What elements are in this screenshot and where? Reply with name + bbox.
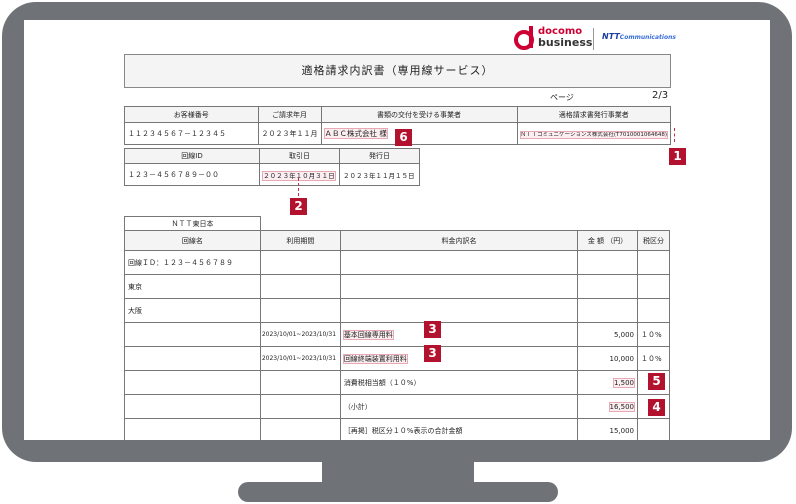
- table-row: 大阪: [124, 298, 670, 323]
- header-issuer: 適格請求書発行事業者: [516, 106, 672, 123]
- callout-line-2: [298, 178, 299, 196]
- issuer-name: ＮＴＴコミュニケーションズ株式会社(T7010001064648): [519, 130, 668, 139]
- transaction-date-cell: ２０２３年１０月３１日: [259, 163, 341, 186]
- charge-item: （小計）: [339, 394, 579, 419]
- usage-period: [259, 370, 341, 395]
- circuit-name: 東京: [124, 274, 261, 299]
- tax-category: １０%: [637, 322, 670, 347]
- header-recipient: 書類の交付を受ける事業者: [320, 106, 518, 123]
- charge-item: 回線終端装置利用料: [342, 353, 408, 364]
- circuit-id: １２３－４５６７８９－００: [123, 163, 261, 186]
- table-row: 2023/10/01~2023/10/31 回線終端装置利用料 10,000 １…: [124, 346, 670, 371]
- callout-badge-5: 5: [648, 373, 665, 390]
- amount: [577, 298, 638, 323]
- tax-category: [637, 418, 670, 440]
- callout-line-1: [674, 128, 675, 142]
- charge-item: 消費税相当額（１０%）: [339, 370, 579, 395]
- amount: 1,500: [612, 377, 636, 388]
- circuit-name: 大阪: [124, 298, 261, 323]
- callout-badge-1: 1: [669, 148, 686, 165]
- charge-item: 基本回線専用料: [342, 329, 394, 340]
- charge-item-cell: 基本回線専用料: [339, 322, 579, 347]
- charge-item-cell: 回線終端装置利用料: [339, 346, 579, 371]
- callout-badge-2: 2: [290, 198, 307, 215]
- issuer-cell: ＮＴＴコミュニケーションズ株式会社(T7010001064648): [516, 122, 672, 145]
- tax-category: [637, 274, 670, 299]
- header-charge-item: 料金内訳名: [339, 230, 579, 251]
- amount: 5,000: [577, 322, 638, 347]
- ntt-communications-logo: NTTCommunications: [602, 32, 676, 41]
- docomo-business-logo: docomo business: [538, 26, 593, 49]
- tax-category: [637, 298, 670, 323]
- charge-detail-table: 回線名 利用期間 料金内訳名 金 額 （円） 税区分 回線ＩＤ：１２３－４５６７…: [124, 230, 670, 440]
- table-row: 消費税相当額（１０%） 1,500: [124, 370, 670, 395]
- usage-period: [259, 274, 341, 299]
- callout-badge-3a: 3: [424, 321, 441, 338]
- monitor-base: [238, 482, 558, 502]
- amount: 15,000: [577, 418, 638, 440]
- amount: [577, 250, 638, 275]
- amount-cell: 1,500: [577, 370, 638, 395]
- table-row: 回線ＩＤ：１２３－４５６７８９: [124, 250, 670, 275]
- callout-badge-6: 6: [395, 129, 412, 146]
- header-tax-category: 税区分: [637, 230, 670, 251]
- recipient-name: ＡＢＣ株式会社 様: [323, 128, 388, 139]
- circuit-name: 回線ＩＤ：１２３－４５６７８９: [124, 250, 261, 275]
- amount: 16,500: [608, 401, 635, 412]
- amount-cell: 16,500: [577, 394, 638, 419]
- tax-category: １０%: [637, 346, 670, 371]
- usage-period: 2023/10/01~2023/10/31: [259, 346, 341, 371]
- monitor-screen: docomo business NTTCommunications 適格請求内訳…: [24, 20, 770, 440]
- circuit-name: [124, 394, 261, 419]
- issue-date: ２０２３年１１月１５日: [339, 163, 420, 186]
- table-row: 東京: [124, 274, 670, 299]
- recipient-cell: ＡＢＣ株式会社 様: [320, 122, 518, 145]
- tax-category: [637, 250, 670, 275]
- header-circuit-id: 回線ID: [123, 148, 261, 164]
- table-row: 2023/10/01~2023/10/31 基本回線専用料 5,000 １０%: [124, 322, 670, 347]
- circuit-info-table: 回線ID 取引日 発行日 １２３－４５６７８９－００ ２０２３年１０月３１日 ２…: [123, 148, 420, 186]
- header-customer-number: お客様番号: [124, 106, 259, 123]
- carrier-table: ＮＴＴ東日本: [124, 216, 261, 231]
- header-usage-period: 利用期間: [259, 230, 341, 251]
- usage-period: [259, 394, 341, 419]
- circuit-name: [124, 322, 261, 347]
- table-row: ［再掲］税区分１０%表示の合計金額 15,000: [124, 418, 670, 440]
- callout-badge-4: 4: [648, 399, 665, 416]
- logo-separator: [593, 28, 594, 50]
- docomo-logo-icon: [514, 26, 534, 50]
- charge-item: [339, 250, 579, 275]
- header-transaction-date: 取引日: [259, 148, 341, 164]
- usage-period: 2023/10/01~2023/10/31: [259, 322, 341, 347]
- header-amount: 金 額 （円）: [577, 230, 638, 251]
- header-circuit-name: 回線名: [124, 230, 261, 251]
- callout-badge-3b: 3: [424, 345, 441, 362]
- usage-period: [259, 250, 341, 275]
- charge-item: ［再掲］税区分１０%表示の合計金額: [339, 418, 579, 440]
- table-row: （小計） 16,500: [124, 394, 670, 419]
- usage-period: [259, 418, 341, 440]
- carrier-name: ＮＴＴ東日本: [124, 216, 261, 231]
- amount: 10,000: [577, 346, 638, 371]
- charge-item: [339, 298, 579, 323]
- billing-month: ２０２３年１１月: [257, 122, 322, 145]
- document-title: 適格請求内訳書（専用線サービス）: [124, 54, 671, 88]
- charge-item: [339, 274, 579, 299]
- page-label: ページ: [550, 93, 574, 102]
- usage-period: [259, 298, 341, 323]
- circuit-name: [124, 418, 261, 440]
- customer-number: １１２３４５６７－１２３４５: [124, 122, 259, 145]
- circuit-name: [124, 370, 261, 395]
- page-number: 2/3: [652, 90, 669, 101]
- header-billing-month: ご請求年月: [257, 106, 322, 123]
- circuit-name: [124, 346, 261, 371]
- header-issue-date: 発行日: [339, 148, 420, 164]
- amount: [577, 274, 638, 299]
